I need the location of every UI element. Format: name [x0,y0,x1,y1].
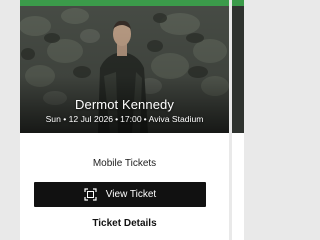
next-card-image [232,6,244,133]
ticket-scan-icon [84,188,97,201]
event-date-time-venue: Sun • 12 Jul 2026 • 17:00 • Aviva Stadium [20,114,229,124]
event-hero-image: Dermot Kennedy Sun • 12 Jul 2026 • 17:00 • A… [20,6,229,133]
meta-separator: • [143,114,147,124]
event-time: 17:00 [120,114,142,124]
event-artist-name: Dermot Kennedy [75,97,174,112]
event-venue: Aviva Stadium [148,114,204,124]
ticket-details-link[interactable]: Ticket Details [20,218,229,229]
meta-separator: • [115,114,119,124]
view-ticket-label: View Ticket [105,189,157,200]
next-ticket-card-peek[interactable] [232,0,244,240]
view-ticket-button[interactable]: View Ticket [34,182,206,207]
event-date: Sun • 12 Jul 2026 [45,114,114,124]
mobile-tickets-label: Mobile Tickets [92,158,157,169]
event-ticket-card: Dermot Kennedy Sun • 12 Jul 2026 • 17:00 • A… [20,0,229,240]
